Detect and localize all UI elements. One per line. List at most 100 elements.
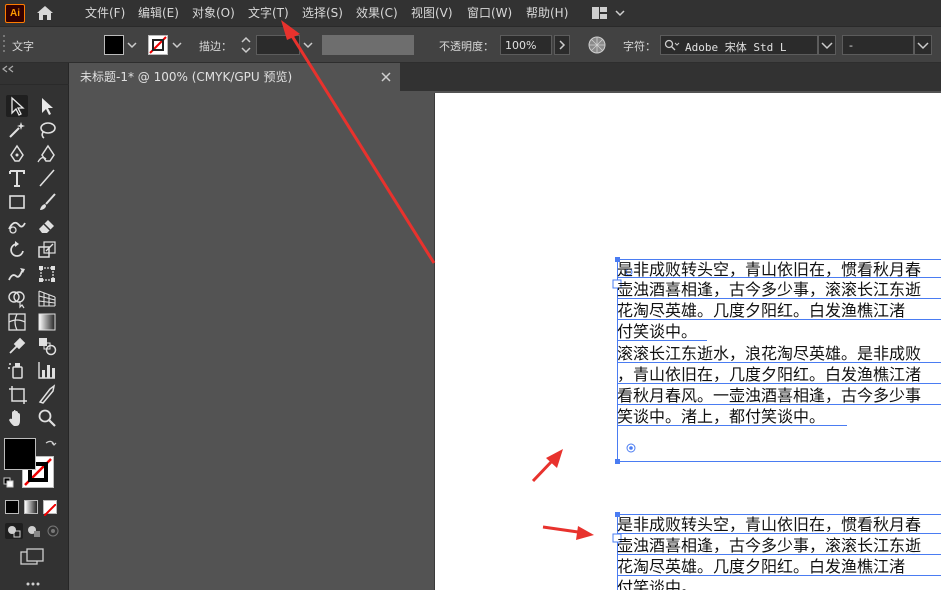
text-baseline bbox=[617, 425, 847, 426]
menu-view[interactable]: 视图(V) bbox=[411, 4, 453, 22]
shape-builder-tool[interactable] bbox=[6, 287, 28, 309]
opacity-field[interactable]: 100% bbox=[500, 35, 552, 55]
type-icon bbox=[9, 170, 25, 187]
menu-select[interactable]: 选择(S) bbox=[302, 4, 343, 22]
shape-builder-icon bbox=[8, 291, 25, 309]
draw-inside-icon[interactable] bbox=[45, 523, 63, 539]
artboard-tool[interactable] bbox=[6, 383, 28, 405]
scale-icon bbox=[38, 241, 56, 258]
direct-selection-tool[interactable] bbox=[36, 95, 58, 117]
home-icon[interactable] bbox=[34, 3, 56, 23]
color-mode-button[interactable] bbox=[5, 500, 19, 514]
screen-mode-icon[interactable] bbox=[20, 548, 46, 566]
close-icon[interactable] bbox=[380, 71, 392, 83]
magic-wand-tool[interactable] bbox=[6, 119, 28, 141]
free-transform-icon bbox=[39, 266, 55, 282]
blend-tool[interactable] bbox=[36, 335, 58, 357]
font-style-dropdown[interactable] bbox=[914, 35, 932, 55]
stroke-weight-field[interactable] bbox=[256, 35, 300, 55]
curvature-icon bbox=[37, 144, 55, 163]
slice-tool[interactable] bbox=[36, 383, 58, 405]
menu-file[interactable]: 文件(F) bbox=[85, 4, 125, 22]
menu-window[interactable]: 窗口(W) bbox=[467, 4, 512, 22]
document-tab-bar: 未标题-1* @ 100% (CMYK/GPU 预览) bbox=[70, 63, 941, 91]
recolor-artwork-icon[interactable] bbox=[587, 35, 607, 55]
font-family-field[interactable]: Adobe 宋体 Std L bbox=[660, 35, 818, 55]
rectangle-tool[interactable] bbox=[6, 191, 28, 213]
mesh-icon bbox=[8, 313, 26, 331]
out-port-icon[interactable] bbox=[626, 443, 636, 453]
default-colors-icon[interactable] bbox=[3, 477, 15, 489]
opacity-arrow-button[interactable] bbox=[554, 35, 570, 55]
text-baseline bbox=[617, 277, 941, 278]
paintbrush-tool[interactable] bbox=[36, 191, 58, 213]
symbol-sprayer-tool[interactable] bbox=[6, 359, 28, 381]
text-line: ，青山依旧在，几度夕阳红。白发渔樵江渚 bbox=[617, 365, 922, 384]
pen-tool[interactable] bbox=[6, 143, 28, 165]
text-baseline bbox=[617, 533, 941, 534]
search-icon bbox=[664, 39, 680, 51]
hand-tool[interactable] bbox=[6, 407, 28, 429]
menu-object[interactable]: 对象(O) bbox=[192, 4, 235, 22]
stepper-icon[interactable] bbox=[240, 35, 252, 55]
text-line: 花淘尽英雄。几度夕阳红。白发渔樵江渚 bbox=[617, 557, 906, 576]
free-transform-tool[interactable] bbox=[36, 263, 58, 285]
frame-handle[interactable] bbox=[615, 459, 620, 464]
more-tools-icon[interactable] bbox=[25, 581, 41, 587]
chevron-down-icon[interactable] bbox=[127, 41, 137, 49]
selection-arrow-icon bbox=[11, 96, 25, 116]
curvature-tool[interactable] bbox=[36, 143, 58, 165]
warp-tool[interactable] bbox=[6, 263, 28, 285]
text-line: 滚滚长江东逝水，浪花淘尽英雄。是非成败 bbox=[617, 344, 922, 363]
rotate-tool[interactable] bbox=[6, 239, 28, 261]
scale-tool[interactable] bbox=[36, 239, 58, 261]
selection-tool[interactable] bbox=[6, 95, 28, 117]
draw-behind-icon[interactable] bbox=[25, 523, 43, 539]
perspective-grid-tool[interactable] bbox=[36, 287, 58, 309]
draw-normal-icon[interactable] bbox=[5, 523, 23, 539]
lasso-icon bbox=[40, 122, 56, 139]
stroke-swatch[interactable] bbox=[148, 35, 168, 55]
eyedropper-tool[interactable] bbox=[6, 335, 28, 357]
none-mode-button[interactable] bbox=[43, 500, 57, 517]
eraser-tool[interactable] bbox=[36, 215, 58, 237]
stroke-label: 描边： bbox=[199, 40, 232, 53]
mesh-tool[interactable] bbox=[6, 311, 28, 333]
swap-colors-icon[interactable] bbox=[43, 438, 57, 452]
lasso-tool[interactable] bbox=[36, 119, 58, 141]
menu-type[interactable]: 文字(T) bbox=[248, 4, 289, 22]
variable-width-profile[interactable] bbox=[322, 35, 414, 55]
font-style-field[interactable]: - bbox=[842, 35, 914, 55]
chevron-down-icon[interactable] bbox=[303, 41, 313, 49]
gradient-tool[interactable] bbox=[36, 311, 58, 333]
gradient-mode-button[interactable] bbox=[24, 500, 38, 514]
gradient-icon bbox=[38, 313, 56, 331]
menu-edit[interactable]: 编辑(E) bbox=[138, 4, 179, 22]
shaper-tool[interactable] bbox=[6, 215, 28, 237]
workspace-layout-icon[interactable] bbox=[590, 5, 630, 21]
panel-grip-icon[interactable] bbox=[3, 33, 7, 57]
tool-name-label: 文字 bbox=[12, 40, 34, 53]
fill-color-swatch[interactable] bbox=[4, 438, 36, 470]
warp-icon bbox=[8, 268, 25, 281]
line-segment-tool[interactable] bbox=[36, 167, 58, 189]
column-graph-tool[interactable] bbox=[36, 359, 58, 381]
menu-effect[interactable]: 效果(C) bbox=[356, 4, 398, 22]
zoom-tool[interactable] bbox=[36, 407, 58, 429]
text-line: 壶浊酒喜相逢，古今多少事，滚滚长江东逝 bbox=[617, 280, 922, 299]
menu-help[interactable]: 帮助(H) bbox=[526, 4, 568, 22]
font-family-dropdown[interactable] bbox=[818, 35, 836, 55]
app-logo: Ai bbox=[5, 4, 25, 23]
text-baseline bbox=[617, 340, 707, 341]
document-tab-title: 未标题-1* @ 100% (CMYK/GPU 预览) bbox=[80, 70, 293, 84]
text-line: 壶浊酒喜相逢，古今多少事，滚滚长江东逝 bbox=[617, 536, 922, 555]
text-line: 花淘尽英雄。几度夕阳红。白发渔樵江渚 bbox=[617, 301, 906, 320]
type-tool[interactable] bbox=[6, 167, 28, 189]
menu-bar: Ai 文件(F) 编辑(E) 对象(O) 文字(T) 选择(S) 效果(C) 视… bbox=[0, 0, 941, 27]
collapse-panel-icon[interactable] bbox=[2, 65, 14, 73]
panel-grip[interactable] bbox=[0, 79, 69, 85]
chevron-down-icon[interactable] bbox=[172, 41, 182, 49]
perspective-grid-icon bbox=[38, 290, 56, 307]
fill-swatch[interactable] bbox=[104, 35, 124, 55]
document-tab[interactable]: 未标题-1* @ 100% (CMYK/GPU 预览) bbox=[70, 63, 400, 91]
